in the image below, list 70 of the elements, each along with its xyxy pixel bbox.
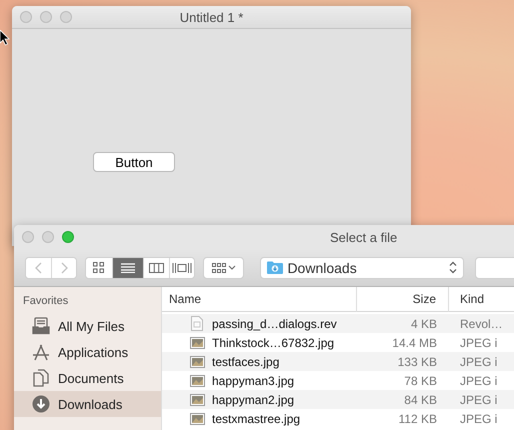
file-row[interactable]: Thinkstock…67832.jpg 14.4 MB JPEG i — [162, 333, 514, 352]
file-row[interactable]: testxmastree.jpg 112 KB JPEG i — [162, 409, 514, 428]
image-thumbnail-icon — [190, 336, 204, 348]
close-button[interactable] — [20, 11, 32, 23]
applications-icon — [32, 343, 50, 361]
grid-icon — [93, 262, 104, 273]
image-thumbnail-icon — [190, 356, 204, 368]
file-size: 84 KB — [403, 392, 438, 406]
close-button[interactable] — [22, 231, 34, 243]
sidebar-item[interactable]: All My Files — [14, 313, 161, 339]
file-kind: JPEG i — [459, 412, 498, 426]
file-size: 78 KB — [403, 374, 438, 388]
file-row[interactable]: happyman3.jpg 78 KB JPEG i — [162, 371, 514, 390]
chevron-right-icon — [60, 262, 68, 274]
file-kind: JPEG i — [459, 354, 498, 368]
file-row[interactable]: passing_d…dialogs.rev 4 KB Revol… — [162, 314, 514, 333]
arrange-button[interactable] — [203, 256, 244, 278]
list-icon — [120, 262, 135, 272]
sidebar-item[interactable]: Documents — [14, 365, 161, 391]
column-header[interactable]: Kind — [449, 286, 484, 312]
sidebar-label: Documents — [58, 370, 124, 386]
document-icon — [32, 369, 50, 387]
image-thumbnail-icon — [190, 394, 204, 406]
columns-icon — [148, 262, 164, 272]
sidebar-label: Applications — [58, 344, 128, 360]
column-header[interactable]: Size — [357, 286, 449, 312]
minimize-button[interactable] — [40, 11, 52, 23]
list-view-button[interactable] — [112, 258, 144, 278]
file-name: passing_d…dialogs.rev — [211, 316, 338, 330]
cover-flow-icon — [172, 262, 192, 272]
sidebar-item[interactable]: Applications — [14, 339, 161, 365]
file-kind: Revol… — [459, 316, 503, 330]
file-name: testfaces.jpg — [211, 354, 280, 368]
sidebar-heading: Favorites — [22, 295, 70, 309]
cover-flow-button[interactable] — [168, 258, 194, 278]
push-button[interactable]: Button — [93, 152, 175, 172]
file-name: happyman3.jpg — [211, 374, 296, 388]
pointer-icon — [0, 30, 10, 46]
file-name: testxmastree.jpg — [211, 412, 302, 426]
sidebar-label: All My Files — [58, 318, 124, 334]
updown-arrows-icon — [449, 261, 458, 274]
file-row[interactable]: happyman2.jpg 84 KB JPEG i — [162, 390, 514, 409]
file-tray-icon — [32, 317, 50, 335]
download-icon — [32, 395, 50, 413]
zoom-button[interactable] — [62, 231, 74, 243]
image-thumbnail-icon — [190, 374, 204, 386]
document-icon — [191, 316, 203, 331]
sidebar-item[interactable]: Downloads — [14, 391, 161, 417]
sidebar-label: Downloads — [58, 396, 122, 412]
file-kind: JPEG i — [459, 392, 498, 406]
arrange-icon — [212, 262, 236, 272]
file-size: 133 KB — [396, 354, 438, 368]
folder-icon — [267, 261, 284, 274]
file-kind: JPEG i — [459, 336, 498, 350]
file-name: Thinkstock…67832.jpg — [211, 336, 336, 350]
image-thumbnail-icon — [190, 412, 204, 424]
location-popup[interactable]: Downloads — [260, 256, 464, 278]
file-size: 14.4 MB — [391, 336, 438, 350]
window-title: Untitled 1 * — [180, 10, 244, 24]
window-title: Select a file — [330, 230, 398, 244]
zoom-button[interactable] — [60, 11, 72, 23]
file-size: 4 KB — [410, 316, 438, 330]
column-header[interactable]: Name — [162, 286, 357, 312]
chevron-left-icon — [34, 262, 43, 274]
file-kind: JPEG i — [459, 374, 498, 388]
file-size: 112 KB — [398, 412, 438, 426]
file-row[interactable]: testfaces.jpg 133 KB JPEG i — [162, 352, 514, 371]
minimize-button[interactable] — [42, 231, 54, 243]
forward-button[interactable] — [51, 258, 76, 278]
file-name: happyman2.jpg — [211, 392, 296, 406]
